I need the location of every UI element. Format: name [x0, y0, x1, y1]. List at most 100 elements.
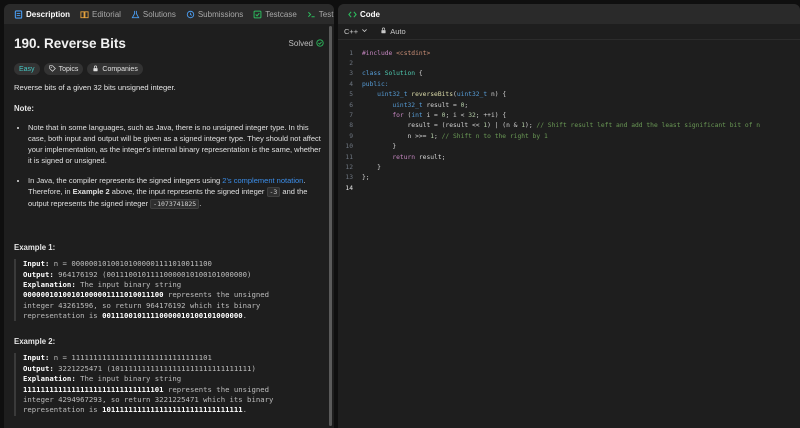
explanation-text: The input binary string — [75, 280, 182, 290]
explanation-text: representation is — [23, 311, 103, 321]
autocomplete-toggle[interactable]: Auto — [380, 27, 406, 36]
line-number: 8 — [349, 122, 353, 130]
line-number: 6 — [349, 101, 353, 109]
code-comment: // Shift n to the right by 1 — [441, 132, 548, 140]
topics-label: Topics — [58, 65, 79, 73]
note-item: In Java, the compiler represents the sig… — [28, 175, 324, 209]
left-tabbar: Description Editorial Solutions Submissi… — [4, 4, 334, 24]
explanation-label: Explanation: — [23, 280, 76, 290]
tag-row: Easy Topics Companies — [14, 63, 324, 75]
problem-panel: Description Editorial Solutions Submissi… — [4, 4, 334, 428]
example-block: Input: n = 11111111111111111111111111111… — [14, 353, 324, 416]
line-number: 1 — [349, 49, 353, 57]
code-line: 7 for (int i = 0; i < 32; ++i) { — [338, 110, 800, 120]
scrollbar[interactable] — [329, 26, 332, 426]
code-line: 13}; — [338, 173, 800, 183]
tab-testcase[interactable]: Testcase — [248, 4, 302, 24]
code-token: ) | (n & — [487, 122, 522, 130]
code-token: n >>= — [407, 132, 431, 140]
lock-icon — [92, 65, 99, 74]
tab-label: Code — [360, 9, 380, 19]
tab-description[interactable]: Description — [9, 4, 75, 24]
code-line: 5 uint32_t reverseBits(uint32_t n) { — [338, 90, 800, 100]
explanation-bold: 00111001011110000010100101000000 — [102, 311, 243, 321]
tab-label: Editorial — [92, 9, 121, 19]
note-text: In Java, the compiler represents the sig… — [28, 176, 223, 185]
topics-tag[interactable]: Topics — [43, 63, 84, 75]
code-token: uint32_t — [377, 91, 408, 99]
code-token: Solution — [380, 70, 416, 78]
code-token: uint32_t — [392, 101, 423, 109]
code-token: int — [411, 112, 423, 120]
tab-code[interactable]: Code — [343, 4, 385, 24]
tab-solutions[interactable]: Solutions — [126, 4, 181, 24]
code-line: 12 } — [338, 162, 800, 172]
output-label: Output: — [23, 363, 54, 373]
difficulty-label: Easy — [19, 65, 35, 73]
tag-icon — [48, 64, 56, 74]
complement-link[interactable]: 2's complement notation — [222, 176, 303, 185]
explanation-text: integer 4294967293, so return 3221225471… — [23, 394, 274, 404]
explanation-text: integer 43261596, so return 964176192 wh… — [23, 300, 261, 310]
code-token: { — [415, 70, 423, 78]
code-token: <cstdint> — [392, 49, 431, 57]
language-select[interactable]: C++ — [344, 27, 368, 36]
scrollbar-thumb[interactable] — [329, 26, 332, 426]
code-line: 14 — [338, 183, 800, 193]
tab-editorial[interactable]: Editorial — [75, 4, 126, 24]
code-line: 3 class Solution { — [338, 69, 800, 79]
line-number: 9 — [349, 132, 353, 140]
problem-content: 190. Reverse Bits Solved Easy Topics Com… — [4, 24, 334, 428]
solved-label: Solved — [288, 39, 313, 48]
lock-icon — [380, 27, 387, 36]
tab-label: Solutions — [142, 9, 176, 19]
tab-submissions[interactable]: Submissions — [181, 4, 248, 24]
checkbox-icon — [253, 10, 262, 19]
explanation-text: representation is — [23, 405, 103, 415]
flask-icon — [131, 10, 140, 19]
code-token: result = (result << — [407, 122, 484, 130]
code-comment: // Shift result left and add the least s… — [536, 122, 761, 130]
code-token: ; — [464, 101, 469, 109]
code-token: i = — [422, 112, 442, 120]
explanation-label: Explanation: — [23, 374, 76, 384]
code-token: result; — [415, 153, 446, 161]
line-number: 14 — [345, 184, 353, 192]
code-token: ; — [434, 132, 442, 140]
code-token: uint32_t — [456, 91, 488, 99]
line-number: 12 — [345, 163, 353, 171]
notes-list: Note that in some languages, such as Jav… — [14, 122, 324, 210]
code-token: class — [362, 70, 381, 78]
chevron-down-icon — [361, 27, 368, 36]
code-token: ; ++i) { — [475, 112, 507, 120]
code-token: return — [392, 153, 416, 161]
example-title: Example 2: — [14, 337, 56, 347]
terminal-icon — [307, 10, 316, 19]
code-token: result = — [422, 101, 461, 109]
code-editor[interactable]: 1 #include <cstdint> 2 3 class Solution { … — [338, 48, 800, 428]
tab-test-result[interactable]: Test Res — [302, 4, 334, 24]
code-line: 1 #include <cstdint> — [338, 48, 800, 58]
companies-label: Companies — [102, 65, 138, 73]
solved-badge: Solved — [288, 38, 324, 49]
tab-label: Test Res — [318, 9, 334, 19]
tab-label: Testcase — [265, 9, 297, 19]
inline-code: -1073741825 — [150, 198, 200, 209]
code-line: 6 uint32_t result = 0; — [338, 100, 800, 110]
code-token: public: — [362, 80, 389, 88]
explanation-bold: 00000010100101000001111010011100 — [23, 290, 164, 300]
output-value: 964176192 (00111001011110000010100101000… — [53, 269, 252, 279]
input-label: Input: — [23, 353, 50, 363]
explanation-text: . — [242, 311, 248, 321]
code-line: 9 n >>= 1; // Shift n to the right by 1 — [338, 131, 800, 141]
companies-tag[interactable]: Companies — [87, 63, 143, 75]
code-token: ; i < — [445, 112, 469, 120]
book-icon — [80, 10, 89, 19]
explanation-text: represents the unsigned — [163, 384, 270, 394]
difficulty-tag[interactable]: Easy — [14, 63, 40, 75]
